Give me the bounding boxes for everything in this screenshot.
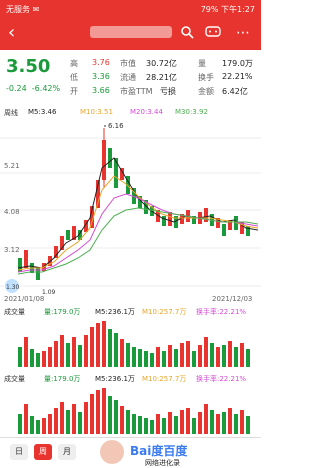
vol-title-1: 成交量 <box>4 308 25 316</box>
candlestick-chart[interactable]: 5.21 4.08 3.12 6.16 1.30 1.09 2021/01/08… <box>0 118 261 303</box>
price-label-521: 5.21 <box>4 162 20 170</box>
vol-value-2: 量:179.0万 <box>44 375 81 383</box>
date-end: 2021/12/03 <box>212 295 252 303</box>
vol-turnover-2: 换手率:22.21% <box>196 375 247 383</box>
baidu-watermark: Bai度百度 <box>130 444 188 458</box>
period-label: 周线 <box>4 109 18 117</box>
label-volume: 量 <box>198 59 206 68</box>
nav-bar: ‹ ⋯ <box>0 18 261 50</box>
value-high: 3.76 <box>92 58 110 67</box>
status-left: 无服务 ✉ <box>6 5 40 14</box>
volume-panel-2[interactable]: 成交量 量:179.0万 M5:236.1万 M10:257.7万 换手率:22… <box>0 372 261 434</box>
label-mktcap: 市值 <box>120 59 136 68</box>
vol-m10-1: M10:257.7万 <box>142 308 187 316</box>
price-label-312: 3.12 <box>4 246 20 254</box>
ma30-label: M30:3.92 <box>175 108 208 116</box>
status-right: 79% 下午1:27 <box>200 5 255 14</box>
status-bar: 无服务 ✉ 79% 下午1:27 <box>0 0 261 18</box>
value-low: 3.36 <box>92 72 110 81</box>
value-pe: 亏损 <box>160 87 176 96</box>
volume-header-1: 成交量 量:179.0万 M5:236.1万 M10:257.7万 换手率:22… <box>0 305 261 317</box>
blurred-title <box>90 26 172 38</box>
label-open: 开 <box>70 87 78 96</box>
vol-value-1: 量:179.0万 <box>44 308 81 316</box>
vol-m5-2: M5:236.1万 <box>95 375 135 383</box>
price-change: -0.24 -6.42% <box>6 84 61 93</box>
baidu-subtitle: 网络进化录 <box>145 459 180 467</box>
label-high: 高 <box>70 59 78 68</box>
volume-panel-1[interactable]: 成交量 量:179.0万 M5:236.1万 M10:257.7万 换手率:22… <box>0 305 261 367</box>
value-float: 28.21亿 <box>146 73 177 82</box>
quote-panel: 3.50 -0.24 -6.42% 高 3.76 市值 30.72亿 量 179… <box>0 50 261 106</box>
label-amount: 金额 <box>198 87 214 96</box>
date-start: 2021/01/08 <box>4 295 44 303</box>
message-icon[interactable] <box>205 25 221 39</box>
label-pe: 市盈TTM <box>120 87 153 96</box>
label-float: 流通 <box>120 73 136 82</box>
high-marker: 6.16 <box>108 122 124 130</box>
vol-m5-1: M5:236.1万 <box>95 308 135 316</box>
value-mktcap: 30.72亿 <box>146 59 177 68</box>
volume-bars-2 <box>18 388 250 434</box>
vol-m10-2: M10:257.7万 <box>142 375 187 383</box>
period-button-day[interactable]: 日 <box>10 444 28 460</box>
low-marker-left: 1.30 <box>6 284 20 291</box>
label-turnover: 换手 <box>198 73 214 82</box>
value-amount: 6.42亿 <box>222 87 248 96</box>
ma20-label: M20:3.44 <box>130 108 163 116</box>
price-label-408: 4.08 <box>4 208 20 216</box>
ma5-label: M5:3.46 <box>28 108 57 116</box>
ma30-line <box>17 207 259 275</box>
label-low: 低 <box>70 73 78 82</box>
value-open: 3.66 <box>92 86 110 95</box>
period-button-month[interactable]: 月 <box>58 444 76 460</box>
chevron-left-icon[interactable]: ‹ <box>8 23 15 43</box>
period-button-week[interactable]: 周 <box>34 444 52 460</box>
volume-bars-1 <box>18 321 250 367</box>
vol-title-2: 成交量 <box>4 375 25 383</box>
current-price: 3.50 <box>6 56 51 77</box>
search-icon[interactable] <box>180 25 194 39</box>
volume-header-2: 成交量 量:179.0万 M5:236.1万 M10:257.7万 换手率:22… <box>0 372 261 384</box>
ma-legend: 周线 M5:3.46 M10:3.51 M20:3.44 M30:3.92 <box>0 106 261 118</box>
vol-turnover-1: 换手率:22.21% <box>196 308 247 316</box>
candles <box>18 128 250 280</box>
value-turnover: 22.21% <box>222 72 253 81</box>
more-icon[interactable]: ⋯ <box>236 25 250 41</box>
ma10-label: M10:3.51 <box>80 108 113 116</box>
value-volume: 179.0万 <box>222 59 253 68</box>
bottom-bar: 日 周 月 Bai度百度 网络进化录 <box>0 437 261 467</box>
mascot-avatar <box>100 440 124 464</box>
